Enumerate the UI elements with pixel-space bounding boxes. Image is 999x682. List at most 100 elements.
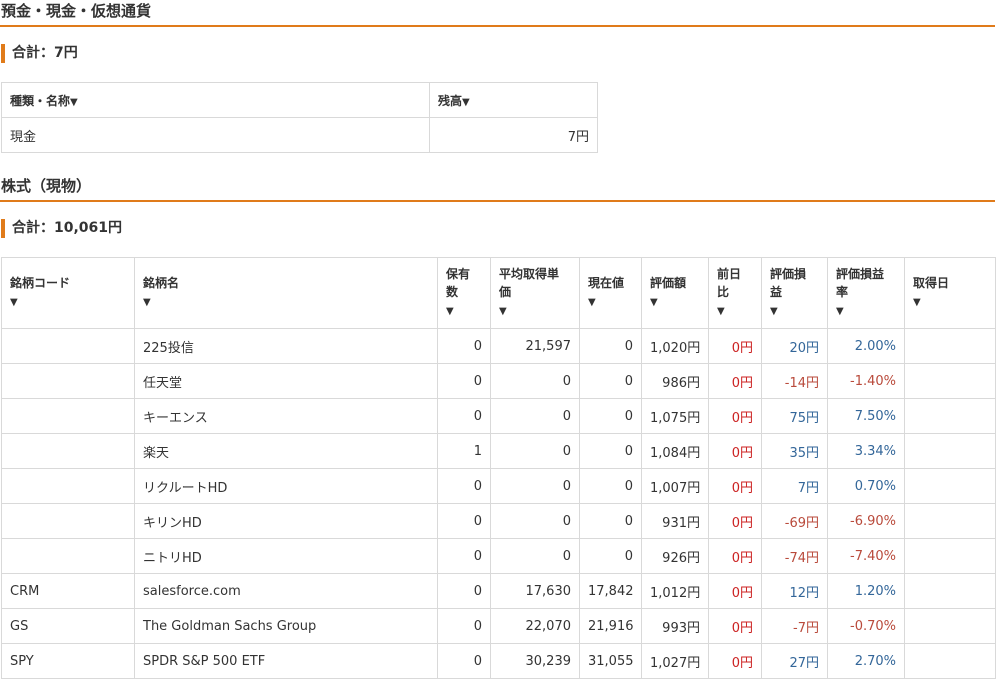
column-header-type[interactable]: 種類・名称▼ <box>1 82 430 118</box>
cell-value: 1,020円 <box>641 328 709 364</box>
sort-down-icon[interactable]: ▼ <box>143 294 151 312</box>
cell-name: リクルートHD <box>134 468 438 504</box>
column-label: 評価額 <box>650 276 687 290</box>
cell-value: 986円 <box>641 363 709 399</box>
cell-prev-day: 0円 <box>708 503 762 539</box>
table-row: 任天堂 0 0 0 986円 0円 -14円 -1.40% <box>1 363 996 399</box>
column-label: 益 <box>770 285 783 299</box>
cell-name: 任天堂 <box>134 363 438 399</box>
cell-profit-loss-rate: -0.70% <box>827 608 905 644</box>
cell-type: 現金 <box>1 117 430 153</box>
cell-value: 1,084円 <box>641 433 709 469</box>
sort-down-icon[interactable]: ▼ <box>10 294 18 312</box>
column-label: 保有 <box>446 267 471 281</box>
cell-profit-loss: 12円 <box>761 573 828 609</box>
portfolio-page: 預金・現金・仮想通貨 合計：7円 種類・名称▼ 残高▼ 現金 7円 株式（現物）… <box>0 0 999 682</box>
deposits-header-row: 種類・名称▼ 残高▼ <box>1 82 598 118</box>
column-header-profit-loss[interactable]: 評価損益 ▼ <box>761 257 828 329</box>
cell-profit-loss: 35円 <box>761 433 828 469</box>
cell-code: CRM <box>1 573 135 609</box>
column-label: 評価損益 <box>836 267 885 281</box>
cell-value: 1,007円 <box>641 468 709 504</box>
cell-avg-cost: 21,597 <box>490 328 580 364</box>
table-row: 現金 7円 <box>1 117 598 153</box>
column-header-acquired-date[interactable]: 取得日 ▼ <box>904 257 996 329</box>
cell-value: 993円 <box>641 608 709 644</box>
cell-name: キリンHD <box>134 503 438 539</box>
deposits-table: 種類・名称▼ 残高▼ 現金 7円 <box>1 82 598 153</box>
sort-down-icon[interactable]: ▼ <box>70 97 78 108</box>
cell-profit-loss-rate: 1.20% <box>827 573 905 609</box>
cell-profit-loss-rate: 2.00% <box>827 328 905 364</box>
deposits-total: 合計：7円 <box>1 44 78 63</box>
table-row: 225投信 0 21,597 0 1,020円 0円 20円 2.00% <box>1 328 996 364</box>
column-header-value[interactable]: 評価額 ▼ <box>641 257 709 329</box>
cell-name: 楽天 <box>134 433 438 469</box>
cell-profit-loss-rate: 0.70% <box>827 468 905 504</box>
cell-price: 0 <box>579 433 642 469</box>
deposits-section-title: 預金・現金・仮想通貨 <box>0 0 995 27</box>
cell-quantity: 0 <box>437 643 491 679</box>
cell-code <box>1 468 135 504</box>
cell-quantity: 0 <box>437 538 491 574</box>
sort-down-icon[interactable]: ▼ <box>770 303 778 321</box>
table-row: リクルートHD 0 0 0 1,007円 0円 7円 0.70% <box>1 468 996 504</box>
cell-profit-loss: 20円 <box>761 328 828 364</box>
column-header-balance[interactable]: 残高▼ <box>429 82 598 118</box>
cell-name: salesforce.com <box>134 573 438 609</box>
cell-prev-day: 0円 <box>708 643 762 679</box>
sort-down-icon[interactable]: ▼ <box>650 294 658 312</box>
column-label: 平均取得単 <box>499 267 560 281</box>
cell-price: 0 <box>579 503 642 539</box>
column-header-code[interactable]: 銘柄コード ▼ <box>1 257 135 329</box>
sort-down-icon[interactable]: ▼ <box>462 97 470 108</box>
column-header-prev-day[interactable]: 前日比 ▼ <box>708 257 762 329</box>
sort-down-icon[interactable]: ▼ <box>499 303 507 321</box>
cell-profit-loss-rate: -6.90% <box>827 503 905 539</box>
column-label: 数 <box>446 285 459 299</box>
cell-code <box>1 398 135 434</box>
table-row: SPY SPDR S&P 500 ETF 0 30,239 31,055 1,027円 0円… <box>1 643 996 679</box>
stocks-header-row: 銘柄コード ▼ 銘柄名 ▼ 保有数 ▼ 平均取得単価 ▼ 現在値 ▼ 評価額 ▼ 前日比 ▼ … <box>1 257 996 329</box>
cell-acquired-date <box>904 538 996 574</box>
cell-acquired-date <box>904 573 996 609</box>
column-label: 銘柄コード <box>10 276 71 290</box>
cell-profit-loss: 27円 <box>761 643 828 679</box>
sort-down-icon[interactable]: ▼ <box>446 303 454 321</box>
cell-quantity: 0 <box>437 573 491 609</box>
table-row: CRM salesforce.com 0 17,630 17,842 1,012円 0円 12… <box>1 573 996 609</box>
cell-avg-cost: 0 <box>490 503 580 539</box>
column-header-avg-cost[interactable]: 平均取得単価 ▼ <box>490 257 580 329</box>
sort-down-icon[interactable]: ▼ <box>588 294 596 312</box>
cell-name: SPDR S&P 500 ETF <box>134 643 438 679</box>
cell-acquired-date <box>904 468 996 504</box>
cell-avg-cost: 0 <box>490 468 580 504</box>
cell-name: ニトリHD <box>134 538 438 574</box>
column-header-price[interactable]: 現在値 ▼ <box>579 257 642 329</box>
sort-down-icon[interactable]: ▼ <box>836 303 844 321</box>
cell-profit-loss: 7円 <box>761 468 828 504</box>
cell-value: 1,027円 <box>641 643 709 679</box>
sort-down-icon[interactable]: ▼ <box>913 294 921 312</box>
column-label: 残高 <box>438 93 463 108</box>
cell-avg-cost: 0 <box>490 433 580 469</box>
cell-prev-day: 0円 <box>708 468 762 504</box>
cell-price: 0 <box>579 468 642 504</box>
cell-code: SPY <box>1 643 135 679</box>
cell-price: 0 <box>579 328 642 364</box>
cell-prev-day: 0円 <box>708 363 762 399</box>
column-label: 率 <box>836 285 849 299</box>
stocks-total: 合計：10,061円 <box>1 219 122 238</box>
cell-acquired-date <box>904 398 996 434</box>
column-header-quantity[interactable]: 保有数 ▼ <box>437 257 491 329</box>
column-header-name[interactable]: 銘柄名 ▼ <box>134 257 438 329</box>
sort-down-icon[interactable]: ▼ <box>717 303 725 321</box>
cell-prev-day: 0円 <box>708 573 762 609</box>
stocks-table-body: 225投信 0 21,597 0 1,020円 0円 20円 2.00% 任天堂 0 0 0 986円 0… <box>1 328 996 679</box>
column-header-profit-loss-rate[interactable]: 評価損益率 ▼ <box>827 257 905 329</box>
cell-acquired-date <box>904 363 996 399</box>
cell-profit-loss: 75円 <box>761 398 828 434</box>
cell-avg-cost: 22,070 <box>490 608 580 644</box>
stocks-section-title: 株式（現物） <box>0 175 995 202</box>
column-label: 種類・名称 <box>10 93 71 108</box>
